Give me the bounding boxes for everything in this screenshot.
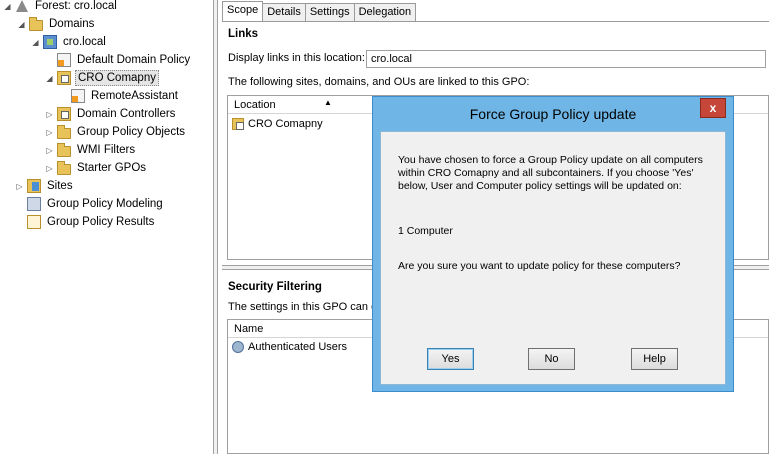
folder-icon bbox=[57, 124, 71, 139]
forest-icon bbox=[15, 0, 29, 13]
tree-node-gpo-objects[interactable]: ▷ Group Policy Objects bbox=[45, 123, 187, 141]
ou-icon bbox=[57, 107, 71, 121]
collapse-arrow-icon[interactable]: ◢ bbox=[3, 2, 12, 11]
expand-arrow-icon[interactable]: ▷ bbox=[45, 128, 54, 137]
modeling-icon bbox=[27, 197, 41, 211]
tab-scope[interactable]: Scope bbox=[222, 1, 264, 21]
links-description: The following sites, domains, and OUs ar… bbox=[228, 76, 530, 88]
tree-node-ou[interactable]: ◢ CRO Comapny bbox=[45, 69, 159, 87]
collapse-arrow-icon[interactable]: ◢ bbox=[31, 38, 40, 47]
computer-count: 1 Computer bbox=[398, 225, 453, 237]
force-gp-update-dialog: Force Group Policy update x You have cho… bbox=[372, 96, 734, 392]
gpo-link-icon bbox=[57, 53, 71, 67]
tree-node-forest[interactable]: ◢ Forest: cro.local bbox=[3, 0, 119, 15]
domain-icon bbox=[43, 35, 57, 49]
close-button[interactable]: x bbox=[700, 98, 726, 118]
tree-node-domain-controllers[interactable]: ▷ Domain Controllers bbox=[45, 105, 177, 123]
expand-arrow-icon[interactable]: ▷ bbox=[45, 146, 54, 155]
domains-folder-icon bbox=[29, 16, 43, 31]
collapse-arrow-icon[interactable]: ◢ bbox=[45, 74, 54, 83]
tree-node-wmi[interactable]: ▷ WMI Filters bbox=[45, 141, 137, 159]
display-links-dropdown[interactable]: cro.local bbox=[366, 50, 766, 68]
users-icon bbox=[232, 341, 244, 353]
ou-icon bbox=[57, 71, 71, 85]
tree-node-starter[interactable]: ▷ Starter GPOs bbox=[45, 159, 148, 177]
tree-node-sites[interactable]: ▷ Sites bbox=[15, 177, 75, 195]
tree-node-domains[interactable]: ◢ Domains bbox=[17, 15, 96, 33]
expand-arrow-icon[interactable]: ▷ bbox=[15, 182, 24, 191]
tab-divider bbox=[222, 21, 769, 22]
ou-icon bbox=[232, 118, 244, 130]
help-button[interactable]: Help bbox=[631, 348, 678, 370]
sites-icon bbox=[27, 179, 41, 193]
collapse-arrow-icon[interactable]: ◢ bbox=[17, 20, 26, 29]
display-links-label: Display links in this location: bbox=[228, 52, 365, 64]
list-item[interactable]: CRO Comapny bbox=[232, 116, 323, 132]
no-button[interactable]: No bbox=[528, 348, 575, 370]
tree-node-default-policy[interactable]: Default Domain Policy bbox=[57, 51, 192, 69]
security-filtering-heading: Security Filtering bbox=[228, 281, 322, 293]
tab-details[interactable]: Details bbox=[262, 3, 306, 21]
tree-node-domain[interactable]: ◢ cro.local bbox=[31, 33, 108, 51]
list-item[interactable]: Authenticated Users bbox=[232, 339, 347, 355]
tab-delegation[interactable]: Delegation bbox=[353, 3, 417, 21]
dialog-body: You have chosen to force a Group Policy … bbox=[380, 131, 726, 385]
sort-ascending-icon: ▲ bbox=[324, 98, 332, 107]
console-tree: ◢ Forest: cro.local ◢ Domains ◢ cro.loca… bbox=[0, 0, 213, 454]
folder-icon bbox=[57, 160, 71, 175]
tree-node-modeling[interactable]: Group Policy Modeling bbox=[27, 195, 165, 213]
tab-strip: Scope Details Settings Delegation bbox=[222, 1, 417, 21]
links-heading: Links bbox=[228, 28, 259, 40]
dialog-question: Are you sure you want to update policy f… bbox=[398, 260, 681, 272]
tree-node-results[interactable]: Group Policy Results bbox=[27, 213, 156, 231]
dialog-message: You have chosen to force a Group Policy … bbox=[398, 154, 703, 192]
expand-arrow-icon[interactable]: ▷ bbox=[45, 164, 54, 173]
folder-icon bbox=[57, 142, 71, 157]
expand-arrow-icon[interactable]: ▷ bbox=[45, 110, 54, 119]
tab-settings[interactable]: Settings bbox=[304, 3, 355, 21]
yes-button[interactable]: Yes bbox=[427, 348, 474, 370]
gpo-link-icon bbox=[71, 89, 85, 103]
dialog-title: Force Group Policy update bbox=[469, 106, 637, 122]
results-icon bbox=[27, 215, 41, 229]
tree-node-remote[interactable]: RemoteAssistant bbox=[71, 87, 180, 105]
